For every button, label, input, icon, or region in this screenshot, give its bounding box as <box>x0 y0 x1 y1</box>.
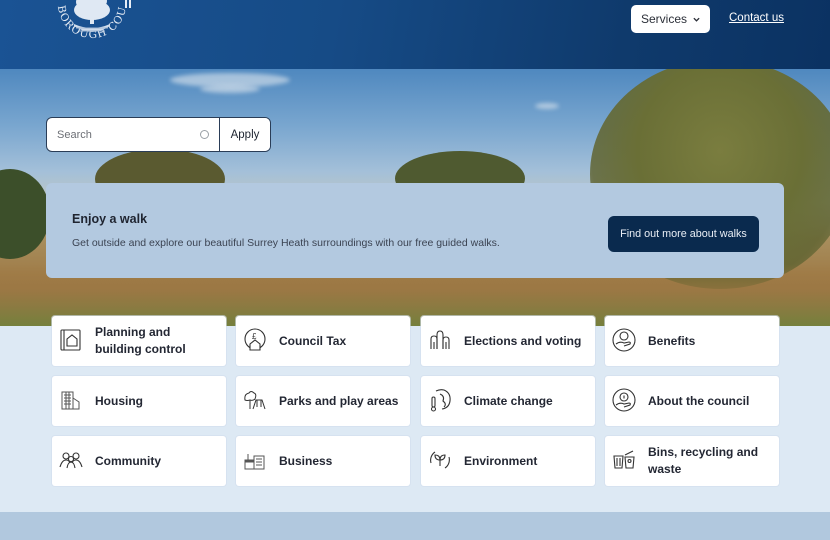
tile-label: Housing <box>95 394 143 408</box>
climate-icon <box>430 389 451 412</box>
services-dropdown-button[interactable]: Services <box>631 5 710 33</box>
promo-card: Enjoy a walk Get outside and explore our… <box>46 183 784 278</box>
tile-elections[interactable]: Elections and voting <box>421 316 595 366</box>
chevron-down-icon <box>693 17 700 22</box>
tile-business[interactable]: Business <box>236 436 410 486</box>
search-icon <box>200 130 209 139</box>
tile-environment[interactable]: Environment <box>421 436 595 486</box>
tile-label: Elections and voting <box>464 334 582 348</box>
hero-banner: Apply Enjoy a walk Get outside and explo… <box>0 69 830 326</box>
svg-text:£: £ <box>252 332 257 341</box>
business-icon <box>244 454 265 470</box>
about-icon <box>612 388 636 412</box>
tile-label: Business <box>279 454 333 468</box>
tile-council-tax[interactable]: £ Council Tax <box>236 316 410 366</box>
site-header: BOROUGH COUNCIL Services Contact us <box>0 0 830 69</box>
tile-label: Community <box>95 454 161 468</box>
tile-planning[interactable]: Planning and building control <box>52 316 226 366</box>
council-logo[interactable]: BOROUGH COUNCIL <box>44 0 140 60</box>
tile-housing[interactable]: Housing <box>52 376 226 426</box>
tile-parks[interactable]: Parks and play areas <box>236 376 410 426</box>
services-label: Services <box>640 12 687 26</box>
tile-label: About the council <box>648 394 750 408</box>
housing-icon <box>61 391 80 410</box>
environment-icon <box>430 451 450 469</box>
tile-label: Council Tax <box>279 334 347 348</box>
search-bar: Apply <box>46 117 271 152</box>
tile-community[interactable]: Community <box>52 436 226 486</box>
community-icon <box>59 452 83 469</box>
lower-section <box>0 512 830 540</box>
planning-icon <box>60 329 81 351</box>
tile-about[interactable]: About the council <box>605 376 779 426</box>
council-tax-icon: £ <box>244 328 266 351</box>
parks-icon <box>244 391 266 410</box>
find-out-more-walks-button[interactable]: Find out more about walks <box>608 216 759 252</box>
tile-climate[interactable]: Climate change <box>421 376 595 426</box>
search-input[interactable] <box>47 118 219 151</box>
elections-icon <box>430 330 450 349</box>
contact-us-link[interactable]: Contact us <box>729 12 784 24</box>
services-grid: Planning and building control £ Council … <box>0 316 830 512</box>
tile-label: Benefits <box>648 334 696 348</box>
apply-button[interactable]: Apply <box>219 118 270 151</box>
promo-title: Enjoy a walk <box>72 212 148 226</box>
tile-benefits[interactable]: Benefits <box>605 316 779 366</box>
tile-bins[interactable]: Bins, recycling and waste <box>605 436 779 486</box>
tile-label: Parks and play areas <box>279 394 399 408</box>
bins-icon <box>613 450 635 469</box>
tile-label: Bins, recycling and waste <box>648 445 759 476</box>
tile-label: Climate change <box>464 394 553 408</box>
promo-description: Get outside and explore our beautiful Su… <box>72 237 500 249</box>
tile-label: Environment <box>464 454 538 468</box>
benefits-icon <box>612 328 636 352</box>
tile-label: Planning and building control <box>95 325 186 356</box>
